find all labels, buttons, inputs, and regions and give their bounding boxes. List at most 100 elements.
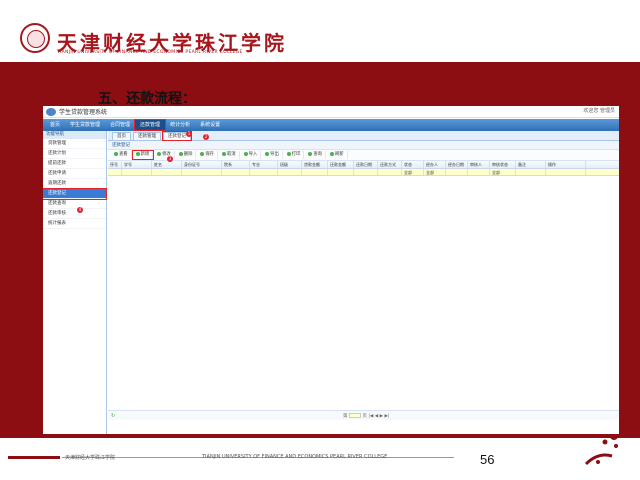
filter-cell[interactable] — [222, 169, 250, 175]
filter-cell[interactable] — [182, 169, 222, 175]
sidebar-item-6[interactable]: 还款查询 — [43, 199, 106, 209]
footer-accent-line — [8, 456, 60, 459]
filter-cell[interactable]: 全部 — [424, 169, 446, 175]
filter-cell[interactable] — [516, 169, 546, 175]
filter-cell[interactable] — [122, 169, 152, 175]
filter-cell[interactable]: 全部 — [490, 169, 516, 175]
sidebar-head: 功能导航 — [43, 131, 106, 139]
column-header[interactable]: 操作 — [546, 161, 586, 168]
refresh-icon[interactable]: ↻ — [111, 413, 115, 419]
sidebar-item-8[interactable]: 统计报表 — [43, 219, 106, 229]
column-header[interactable]: 身份证号 — [182, 161, 222, 168]
menu-item-0[interactable]: 首页 — [45, 120, 65, 130]
menu-item-4[interactable]: 统计分析 — [165, 120, 195, 130]
menu-item-1[interactable]: 学生贷款管理 — [65, 120, 105, 130]
filter-cell[interactable] — [354, 169, 378, 175]
toolbar-icon — [178, 151, 183, 156]
toolbar-button-10[interactable]: 刷新 — [327, 151, 348, 159]
menu-bar: 首页 学生贷款管理 合同管理 还款管理 统计分析 系统设置 — [43, 119, 619, 131]
sidebar-item-3[interactable]: 还款申请 — [43, 169, 106, 179]
column-header[interactable]: 经办人 — [424, 161, 446, 168]
filter-cell[interactable] — [546, 169, 586, 175]
sidebar-item-5[interactable]: 还款登记 — [43, 188, 107, 200]
toolbar-icon — [221, 151, 226, 156]
toolbar-button-7[interactable]: 导出 — [262, 151, 283, 159]
menu-item-5[interactable]: 系统设置 — [195, 120, 225, 130]
page-input[interactable] — [348, 413, 361, 418]
pager-nav[interactable]: |◀ ◀ ▶ ▶| — [368, 414, 389, 419]
filter-cell[interactable] — [302, 169, 328, 175]
toolbar: 查看 新增 修改 删除 保存 取消 导入 导出 打印 查询 刷新 — [108, 150, 619, 161]
column-header[interactable]: 姓名 — [152, 161, 182, 168]
footer-school-en: TIANJIN UNIVERSITY OF FINANCE AND ECONOM… — [202, 454, 388, 460]
column-header[interactable]: 贷款金额 — [302, 161, 328, 168]
toolbar-button-5[interactable]: 取消 — [219, 151, 240, 159]
toolbar-button-4[interactable]: 保存 — [197, 151, 218, 159]
toolbar-icon — [286, 151, 291, 156]
toolbar-label: 打印 — [291, 152, 301, 157]
toolbar-button-3[interactable]: 删除 — [176, 151, 197, 159]
column-header[interactable]: 序号 — [108, 161, 122, 168]
toolbar-icon — [157, 151, 162, 156]
filter-cell[interactable] — [328, 169, 354, 175]
column-header[interactable]: 备注 — [516, 161, 546, 168]
column-header[interactable]: 专业 — [250, 161, 278, 168]
filter-cell[interactable] — [378, 169, 402, 175]
toolbar-label: 删除 — [183, 152, 193, 157]
sidebar-items: 贷款管理 还款计划 提前还款 还款申请 逾期还款 还款登记 还款查询 还款审核 统计报表 — [43, 139, 107, 229]
filter-cell[interactable] — [278, 169, 302, 175]
toolbar-label: 查看 — [119, 152, 128, 157]
column-header[interactable]: 审核状态 — [490, 161, 516, 168]
column-header[interactable]: 还款金额 — [328, 161, 354, 168]
column-header[interactable]: 经办日期 — [446, 161, 468, 168]
filter-cell[interactable] — [152, 169, 182, 175]
menu-item-2[interactable]: 合同管理 — [105, 120, 135, 130]
column-header[interactable]: 还款日期 — [354, 161, 378, 168]
pager: ↻ 第 页 |◀ ◀ ▶ ▶| — [108, 410, 619, 420]
toolbar-icon — [329, 151, 334, 156]
sidebar-item-7[interactable]: 还款审核 — [43, 209, 106, 219]
filter-cell[interactable] — [446, 169, 468, 175]
tab-0[interactable]: 首页 — [112, 132, 131, 140]
toolbar-icon — [114, 151, 118, 156]
grid-header: 序号 学号 姓名 身份证号 院系 专业 班级 贷款金额 还款金额 还款日期 还款方式 状态 经办人 经办日… — [108, 161, 619, 169]
step-marker-3: 3 — [167, 156, 173, 162]
sidebar-item-1[interactable]: 还款计划 — [43, 149, 106, 159]
sidebar: 功能导航 贷款管理 还款计划 提前还款 还款申请 逾期还款 还款登记 还款查询 还款审核 统计报… — [43, 131, 107, 434]
sidebar-item-0[interactable]: 贷款管理 — [43, 139, 106, 149]
pager-prefix: 第 — [343, 414, 348, 419]
toolbar-icon — [308, 151, 313, 156]
panel-title: 还款登记 — [108, 141, 619, 150]
sidebar-item-4[interactable]: 逾期还款 — [43, 179, 106, 189]
school-name-en: TIANJIN UNIVERSITY OF FINANCE AND ECONOM… — [57, 50, 243, 55]
tab-1[interactable]: 还款管理 — [133, 132, 161, 140]
toolbar-label: 导入 — [248, 152, 258, 157]
column-header[interactable]: 院系 — [222, 161, 250, 168]
toolbar-button-8[interactable]: 打印 — [284, 151, 305, 159]
column-header[interactable]: 审核人 — [468, 161, 490, 168]
footer-school-cn: 天津财经大学珠江学院 — [65, 455, 116, 461]
column-header[interactable]: 班级 — [278, 161, 302, 168]
pager-controls[interactable]: 第 页 |◀ ◀ ▶ ▶| — [343, 413, 389, 419]
step-marker-1: 1 — [186, 131, 192, 137]
toolbar-button-1[interactable]: 新增 — [131, 150, 155, 160]
step-marker-2: 2 — [203, 134, 209, 140]
column-header[interactable]: 学号 — [122, 161, 152, 168]
column-header[interactable]: 还款方式 — [378, 161, 402, 168]
filter-cell[interactable]: 全部 — [402, 169, 424, 175]
decorative-dots-icon — [584, 432, 618, 466]
app-user: 欢迎您 管理员 — [583, 108, 615, 114]
toolbar-button-6[interactable]: 导入 — [241, 151, 262, 159]
grid-filter-row: 全部 全部 全部 — [108, 169, 619, 176]
toolbar-button-0[interactable]: 查看 — [111, 151, 132, 159]
app-title: 学生贷款管理系统 — [59, 109, 108, 116]
toolbar-button-9[interactable]: 查询 — [305, 151, 326, 159]
slide-title: 五、还款流程： — [98, 91, 196, 107]
filter-cell[interactable] — [250, 169, 278, 175]
column-header[interactable]: 状态 — [402, 161, 424, 168]
sidebar-item-2[interactable]: 提前还款 — [43, 159, 106, 169]
filter-cell[interactable] — [108, 169, 122, 175]
menu-item-3[interactable]: 还款管理 — [134, 119, 167, 131]
main-panel: 首页 还款管理 还款登记 还款登记 查看 新增 修改 删除 保存 取消 导入 导出 打印 查询 刷新 序… — [108, 131, 619, 434]
filter-cell[interactable] — [468, 169, 490, 175]
